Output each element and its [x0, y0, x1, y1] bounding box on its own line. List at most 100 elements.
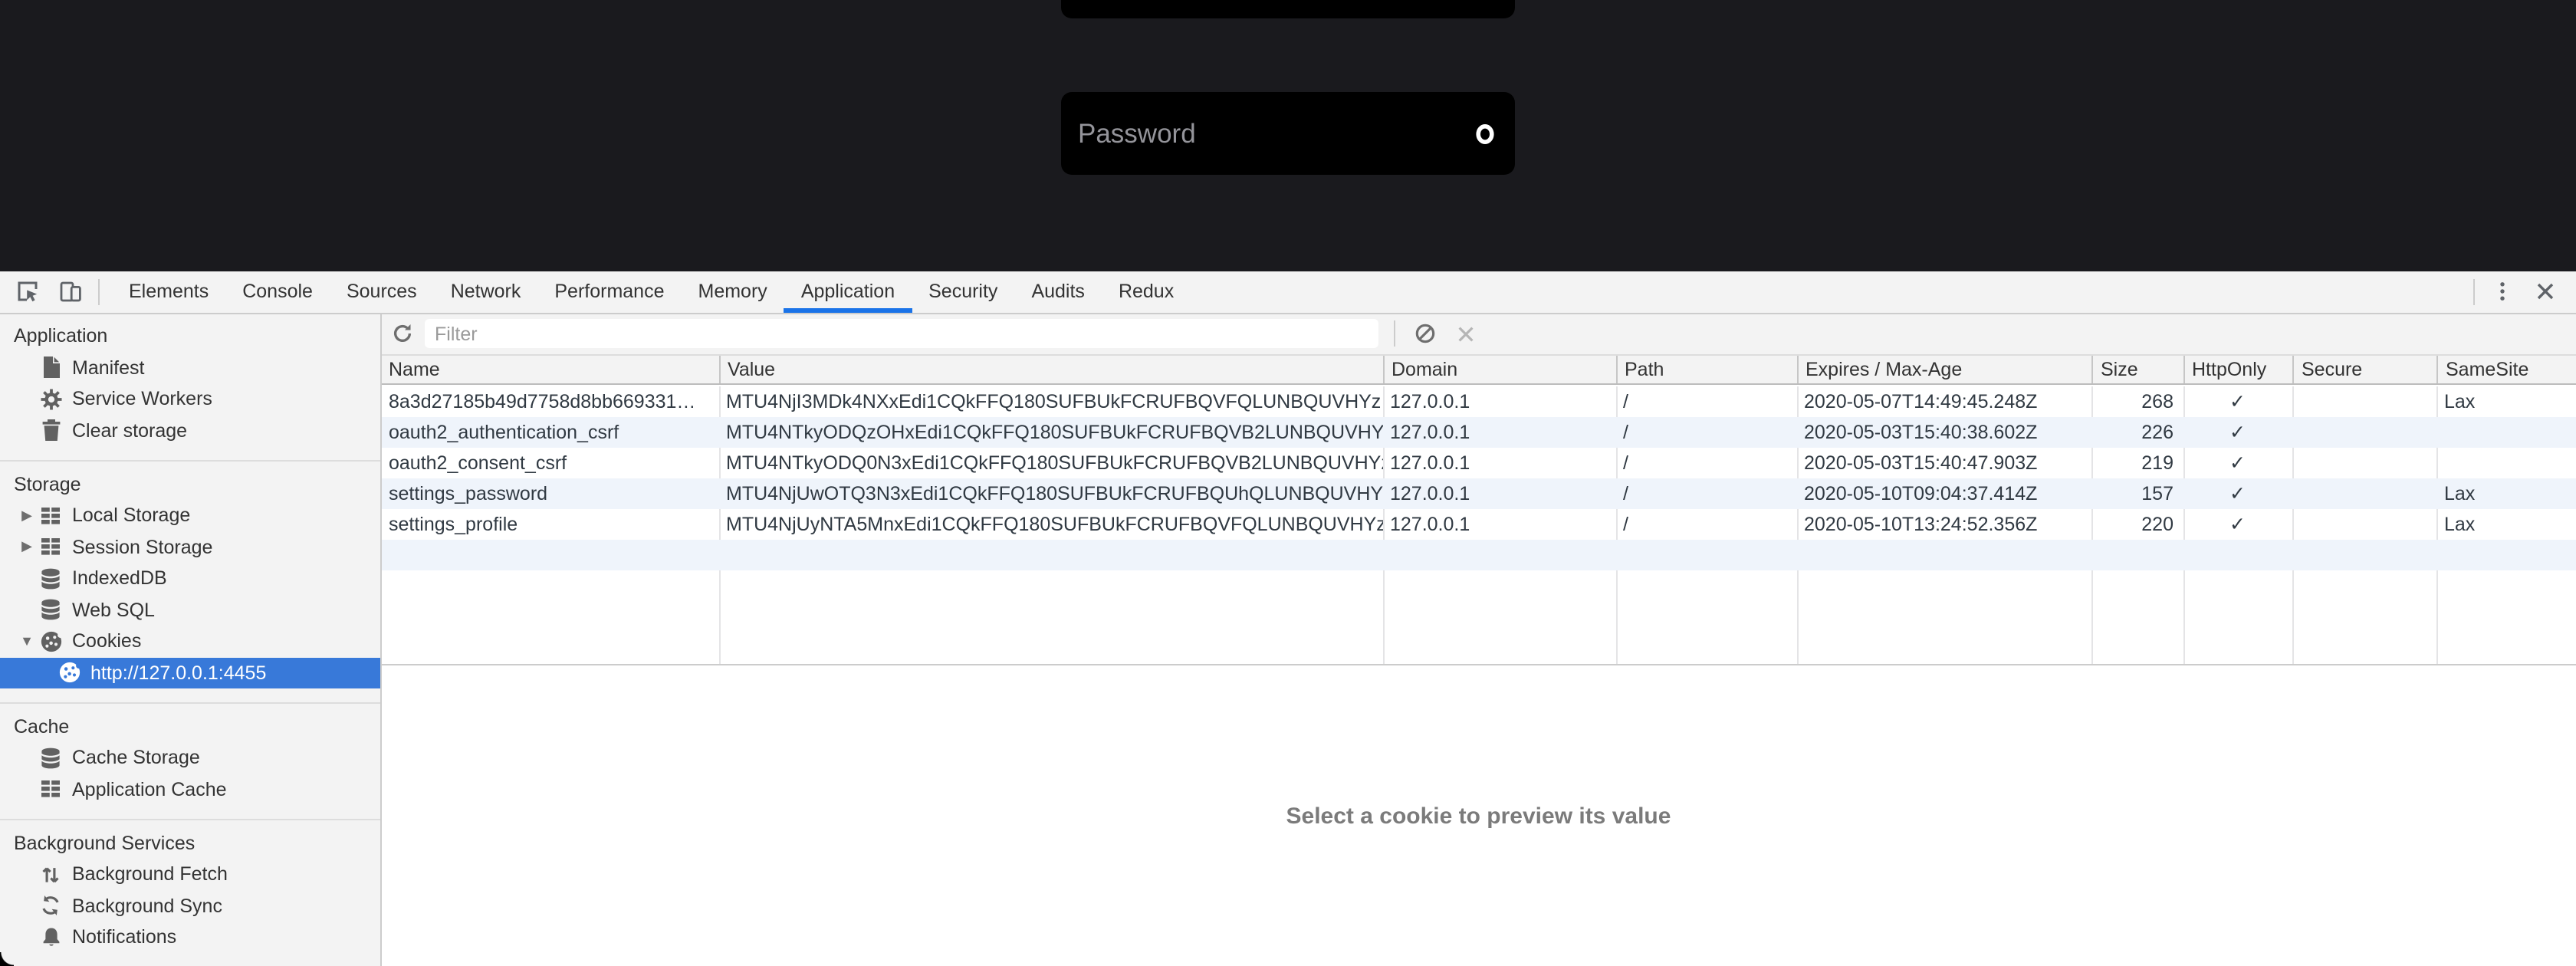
sidebar-item-label: Local Storage [72, 505, 190, 527]
sidebar-item-label: Cookies [72, 631, 141, 652]
filter-input[interactable] [424, 320, 1378, 349]
column-header-size[interactable]: Size [2091, 356, 2183, 383]
sidebar-item-background-fetch[interactable]: Background Fetch [0, 859, 380, 890]
cell-path: / [1615, 478, 1796, 508]
sync-icon [38, 894, 63, 918]
sidebar-item-notifications[interactable]: Notifications [0, 922, 380, 953]
bell-icon [38, 925, 63, 950]
cell-value: MTU4NTkyODQzOHxEdi1CQkFFQ180SUFBUkFCRUFB… [718, 416, 1382, 447]
cell-expires: 2020-05-10T09:04:37.414Z [1796, 478, 2091, 508]
column-header-secure[interactable]: Secure [2292, 356, 2436, 383]
refresh-icon[interactable] [384, 316, 421, 353]
tab-elements[interactable]: Elements [112, 271, 225, 312]
cookie-icon [57, 661, 81, 685]
block-icon[interactable] [1407, 316, 1444, 353]
sidebar-item-label: Clear storage [72, 420, 187, 442]
cookie-row[interactable]: settings_passwordMTU4NjUwOTQ3N3xEdi1CQkF… [381, 478, 2576, 508]
table-icon [38, 504, 63, 528]
cell-httponly: ✓ [2183, 508, 2292, 539]
sidebar-item-application-cache[interactable]: Application Cache [0, 774, 380, 805]
cell-name: settings_password [381, 478, 718, 508]
database-icon [38, 598, 63, 623]
cookies-toolbar [381, 314, 2576, 354]
cell-expires: 2020-05-10T13:24:52.356Z [1796, 508, 2091, 539]
database-icon [38, 567, 63, 591]
sidebar-item-web-sql[interactable]: Web SQL [0, 594, 380, 626]
cell-domain: 127.0.0.1 [1382, 447, 1615, 478]
tab-memory[interactable]: Memory [682, 271, 784, 312]
tab-console[interactable]: Console [225, 271, 330, 312]
sidebar-item-background-sync[interactable]: Background Sync [0, 890, 380, 922]
cell-secure [2292, 478, 2436, 508]
sidebar-item-cache-storage[interactable]: Cache Storage [0, 742, 380, 774]
sidebar-section-background-services: Background ServicesBackground FetchBackg… [0, 819, 380, 966]
clear-filter-close-icon[interactable] [1447, 316, 1484, 353]
sidebar-item-manifest[interactable]: Manifest [0, 352, 380, 383]
cookie-row[interactable]: oauth2_authentication_csrfMTU4NTkyODQzOH… [381, 416, 2576, 447]
close-icon[interactable] [2524, 271, 2567, 312]
cell-path: / [1615, 416, 1796, 447]
column-header-httponly[interactable]: HttpOnly [2183, 356, 2292, 383]
sidebar-item-http-127-0-0-1-4455[interactable]: http://127.0.0.1:4455 [0, 657, 380, 688]
tab-redux[interactable]: Redux [1102, 271, 1191, 312]
sidebar-section-title: Cache [0, 710, 380, 742]
kebab-menu-icon[interactable] [2481, 271, 2524, 312]
chevron-right-icon[interactable]: ▶ [15, 539, 38, 556]
device-toolbar-icon[interactable] [49, 271, 92, 312]
login-field-cropped[interactable] [1061, 0, 1514, 18]
eye-icon[interactable] [1459, 107, 1511, 159]
cookie-row[interactable]: settings_profileMTU4NjUyNTA5MnxEdi1CQkFF… [381, 508, 2576, 539]
cell-secure [2292, 386, 2436, 416]
trash-icon [38, 419, 63, 443]
sidebar-item-label: http://127.0.0.1:4455 [90, 662, 266, 684]
cell-expires: 2020-05-03T15:40:47.903Z [1796, 447, 2091, 478]
chevron-down-icon[interactable]: ▼ [15, 634, 38, 649]
sidebar-item-local-storage[interactable]: ▶ Local Storage [0, 500, 380, 531]
devtools-tabbar: ElementsConsoleSourcesNetworkPerformance… [0, 271, 2576, 314]
cell-name: oauth2_consent_csrf [381, 447, 718, 478]
cell-httponly: ✓ [2183, 416, 2292, 447]
tab-network[interactable]: Network [434, 271, 538, 312]
cell-size: 220 [2091, 508, 2183, 539]
column-header-expires-max-age[interactable]: Expires / Max-Age [1796, 356, 2091, 383]
devtools-tabs: ElementsConsoleSourcesNetworkPerformance… [112, 271, 1191, 312]
column-header-samesite[interactable]: SameSite [2436, 356, 2576, 383]
cell-size: 157 [2091, 478, 2183, 508]
tab-application[interactable]: Application [784, 271, 912, 312]
cell-samesite: Lax [2436, 508, 2576, 539]
tabbar-divider [98, 279, 100, 304]
cell-domain: 127.0.0.1 [1382, 478, 1615, 508]
cookie-row[interactable]: 8a3d27185b49d7758d8bb669331…MTU4NjI3MDk4… [381, 386, 2576, 416]
tab-audits[interactable]: Audits [1014, 271, 1102, 312]
column-header-value[interactable]: Value [718, 356, 1382, 383]
sidebar-item-service-workers[interactable]: Service Workers [0, 383, 380, 415]
sidebar-item-indexeddb[interactable]: IndexedDB [0, 563, 380, 594]
column-header-domain[interactable]: Domain [1382, 356, 1615, 383]
cookie-row[interactable]: oauth2_consent_csrfMTU4NTkyODQ0N3xEdi1CQ… [381, 447, 2576, 478]
inspect-icon[interactable] [6, 271, 49, 312]
cookie-table-body: 8a3d27185b49d7758d8bb669331…MTU4NjI3MDk4… [381, 386, 2576, 664]
cell-value: MTU4NjI3MDk4NXxEdi1CQkFFQ180SUFBUkFCRUFB… [718, 386, 1382, 416]
cell-secure [2292, 416, 2436, 447]
column-header-path[interactable]: Path [1615, 356, 1796, 383]
sidebar-item-clear-storage[interactable]: Clear storage [0, 415, 380, 446]
sidebar-section-application: ApplicationManifestService Workers Clear … [0, 314, 380, 460]
cell-httponly: ✓ [2183, 447, 2292, 478]
column-header-name[interactable]: Name [381, 356, 718, 383]
chevron-right-icon[interactable]: ▶ [15, 508, 38, 524]
application-sidebar: ApplicationManifestService Workers Clear … [0, 314, 381, 966]
empty-row[interactable] [381, 539, 2576, 570]
sidebar-section-title: Background Services [0, 826, 380, 859]
cell-value: MTU4NjUyNTA5MnxEdi1CQkFFQ180SUFBUkFCRUFB… [718, 508, 1382, 539]
password-input[interactable] [1061, 92, 1459, 175]
sidebar-item-session-storage[interactable]: ▶Session Storage [0, 531, 380, 563]
password-field[interactable] [1061, 92, 1514, 175]
tab-performance[interactable]: Performance [537, 271, 681, 312]
tab-sources[interactable]: Sources [330, 271, 434, 312]
login-page-background [0, 0, 2576, 271]
sidebar-item-label: Application Cache [72, 779, 227, 800]
sidebar-section-title: Application [0, 320, 380, 352]
cell-expires: 2020-05-07T14:49:45.248Z [1796, 386, 2091, 416]
tab-security[interactable]: Security [912, 271, 1014, 312]
sidebar-item-cookies[interactable]: ▼ Cookies [0, 626, 380, 657]
